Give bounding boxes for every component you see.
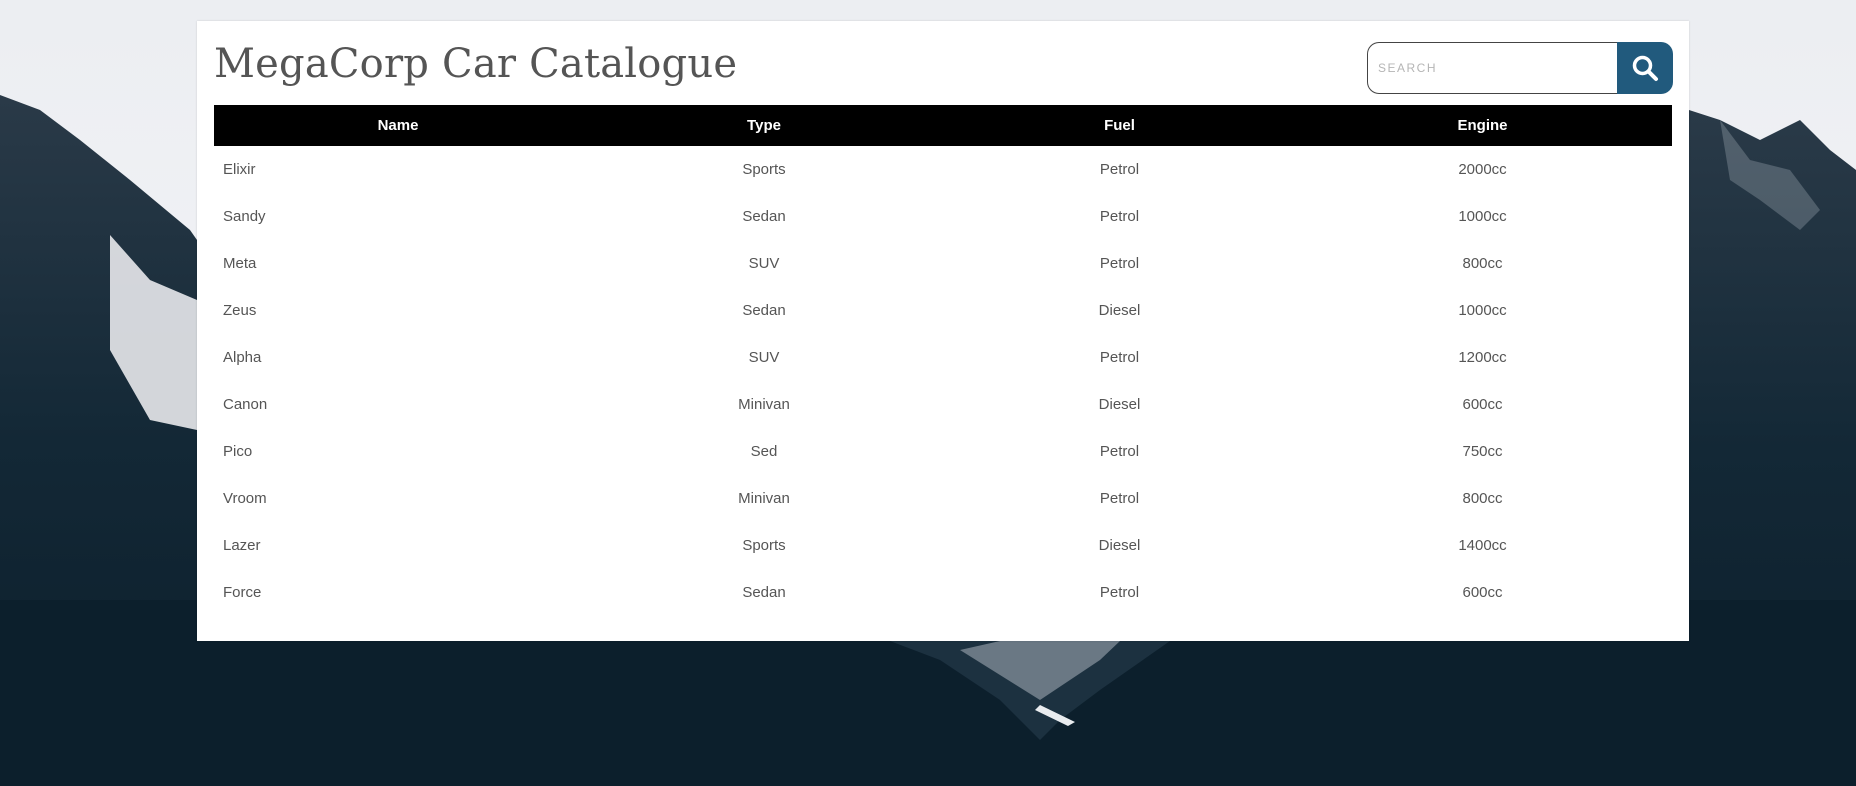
search-bar [1367,42,1673,94]
catalogue-card: MegaCorp Car Catalogue Name Type Fuel En… [197,21,1689,641]
column-header-engine[interactable]: Engine [1293,105,1672,146]
car-engine-cell: 1400cc [1458,537,1507,554]
car-name-cell: Pico [223,443,253,460]
car-type-cell: SUV [748,349,780,366]
table-row: Meta SUV Petrol 800cc [214,240,1672,287]
car-fuel-cell: Petrol [1099,208,1140,225]
car-type-cell: SUV [748,255,780,272]
search-button[interactable] [1617,42,1673,94]
car-name-cell: Lazer [223,537,261,554]
car-name-cell: Meta [223,255,257,272]
car-engine-cell: 600cc [1462,584,1503,601]
search-icon [1632,55,1658,81]
column-header-type[interactable]: Type [582,105,946,146]
car-table: Name Type Fuel Engine Elixir Sports Petr… [214,105,1672,616]
table-row: Canon Minivan Diesel 600cc [214,381,1672,428]
table-row: Alpha SUV Petrol 1200cc [214,334,1672,381]
table-row: Zeus Sedan Diesel 1000cc [214,287,1672,334]
column-header-name[interactable]: Name [214,105,582,146]
table-header-row: Name Type Fuel Engine [214,105,1672,146]
car-fuel-cell: Petrol [1099,443,1140,460]
car-name-cell: Force [223,584,262,601]
table-row: Pico Sed Petrol 750cc [214,428,1672,475]
car-name-cell: Vroom [223,490,267,507]
table-row: Lazer Sports Diesel 1400cc [214,522,1672,569]
car-type-cell: Sed [750,443,778,460]
car-fuel-cell: Diesel [1098,537,1141,554]
car-name-cell: Zeus [223,302,257,319]
car-type-cell: Minivan [738,490,790,507]
car-type-cell: Sports [742,161,786,178]
car-type-cell: Minivan [738,396,790,413]
car-engine-cell: 800cc [1462,490,1503,507]
car-type-cell: Sedan [742,208,786,225]
car-engine-cell: 1000cc [1458,302,1507,319]
table-row: Sandy Sedan Petrol 1000cc [214,193,1672,240]
column-header-fuel[interactable]: Fuel [946,105,1293,146]
car-name-cell: Sandy [223,208,266,225]
car-type-cell: Sedan [742,302,786,319]
car-type-cell: Sports [742,537,786,554]
car-fuel-cell: Petrol [1099,349,1140,366]
car-fuel-cell: Petrol [1099,255,1140,272]
car-name-cell: Elixir [223,161,256,178]
car-fuel-cell: Petrol [1099,161,1140,178]
car-fuel-cell: Diesel [1098,302,1141,319]
car-fuel-cell: Diesel [1098,396,1141,413]
car-engine-cell: 800cc [1462,255,1503,272]
car-fuel-cell: Petrol [1099,584,1140,601]
table-row: Elixir Sports Petrol 2000cc [214,146,1672,193]
car-engine-cell: 2000cc [1458,161,1507,178]
table-row: Vroom Minivan Petrol 800cc [214,475,1672,522]
car-engine-cell: 600cc [1462,396,1503,413]
page-title: MegaCorp Car Catalogue [214,41,738,87]
car-engine-cell: 750cc [1462,443,1503,460]
car-engine-cell: 1200cc [1458,349,1507,366]
car-engine-cell: 1000cc [1458,208,1507,225]
search-input[interactable] [1367,42,1617,94]
car-type-cell: Sedan [742,584,786,601]
table-row: Force Sedan Petrol 600cc [214,569,1672,616]
car-name-cell: Canon [223,396,268,413]
car-name-cell: Alpha [223,349,262,366]
car-fuel-cell: Petrol [1099,490,1140,507]
